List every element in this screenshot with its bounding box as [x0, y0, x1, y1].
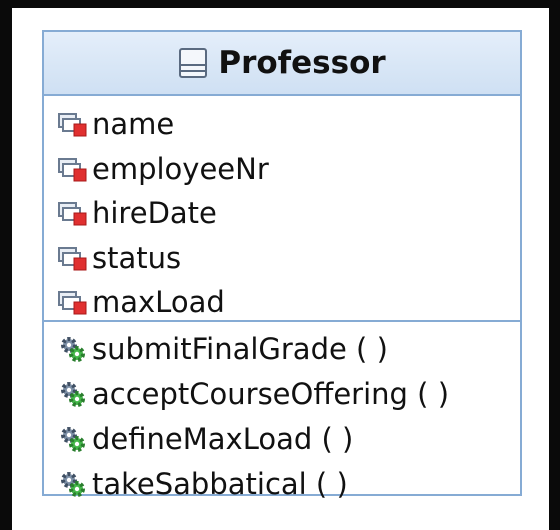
class-icon: [179, 48, 208, 78]
uml-class-box[interactable]: Professor name employeeNr hireDate statu…: [42, 30, 522, 501]
private-attribute-icon: [58, 291, 87, 315]
operation-row[interactable]: submitFinalGrade ( ): [44, 326, 520, 371]
operation-label: submitFinalGrade ( ): [92, 331, 388, 366]
diagram-canvas: Professor name employeeNr hireDate statu…: [12, 8, 549, 530]
attribute-label: name: [92, 107, 175, 142]
attribute-row[interactable]: maxLoad: [44, 280, 520, 325]
attribute-label: maxLoad: [92, 285, 225, 320]
class-header[interactable]: Professor: [44, 32, 520, 96]
operation-label: takeSabbatical ( ): [92, 466, 348, 501]
operation-icon: [61, 336, 85, 362]
attribute-row[interactable]: employeeNr: [44, 147, 520, 192]
operations-compartment: submitFinalGrade ( ) acceptCourseOfferin…: [44, 322, 520, 506]
private-attribute-icon: [58, 202, 87, 226]
operation-icon: [61, 381, 85, 407]
attribute-label: status: [92, 240, 182, 275]
operation-row[interactable]: takeSabbatical ( ): [44, 461, 520, 506]
operation-label: defineMaxLoad ( ): [92, 421, 354, 456]
operation-row[interactable]: acceptCourseOffering ( ): [44, 371, 520, 416]
operation-icon: [61, 426, 85, 452]
private-attribute-icon: [58, 157, 87, 182]
operation-icon: [61, 471, 85, 497]
attribute-row[interactable]: name: [44, 102, 520, 147]
private-attribute-icon: [58, 246, 87, 271]
attribute-label: employeeNr: [92, 151, 269, 186]
attribute-row[interactable]: status: [44, 236, 520, 281]
operation-row[interactable]: defineMaxLoad ( ): [44, 416, 520, 461]
private-attribute-icon: [58, 113, 87, 137]
class-name[interactable]: Professor: [218, 45, 385, 81]
operation-label: acceptCourseOffering ( ): [92, 376, 450, 411]
attributes-compartment: name employeeNr hireDate status maxLoad: [44, 96, 520, 322]
attribute-row[interactable]: hireDate: [44, 191, 520, 236]
attribute-label: hireDate: [92, 196, 217, 231]
